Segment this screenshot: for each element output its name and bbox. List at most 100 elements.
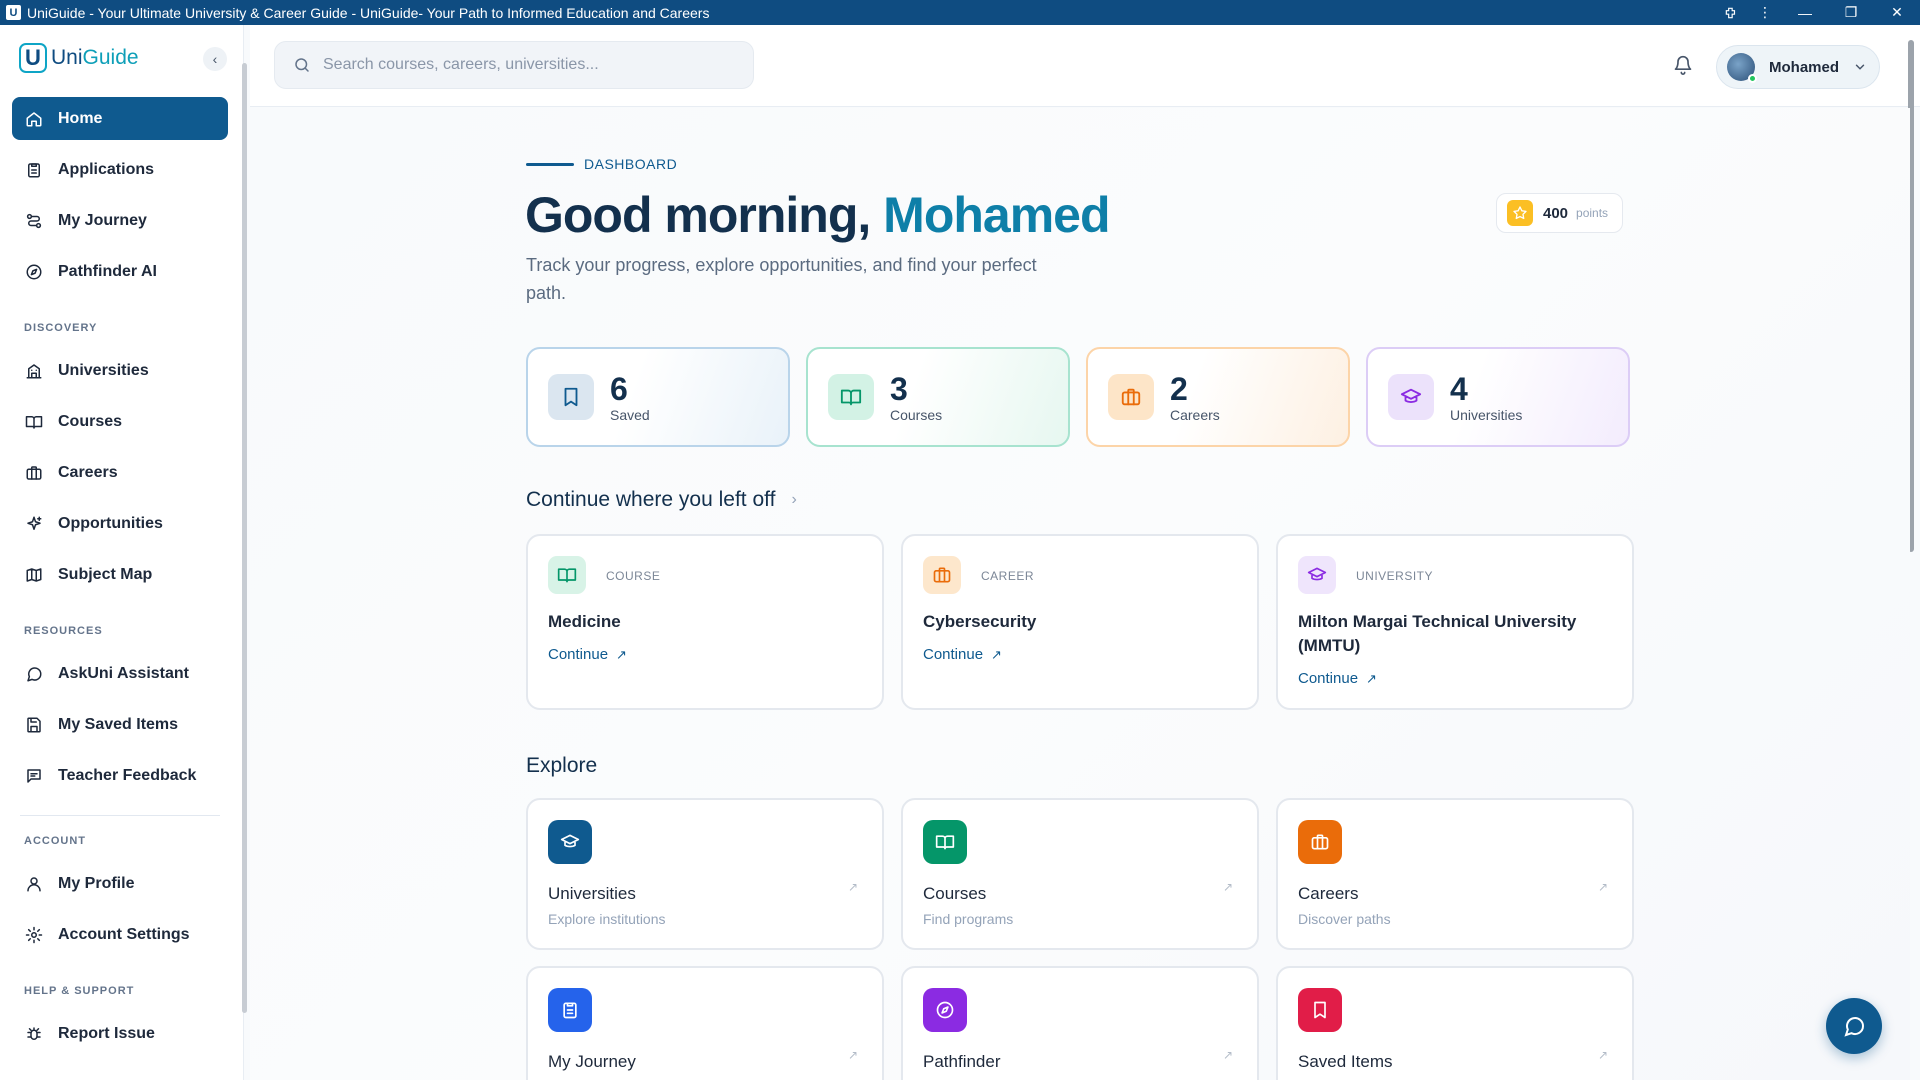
briefcase-icon — [1108, 374, 1154, 420]
more-menu-icon[interactable]: ⋮ — [1748, 0, 1782, 25]
eyebrow-label: DASHBOARD — [584, 156, 678, 172]
compass-icon — [24, 262, 44, 282]
arrow-up-right-icon: ↗ — [1597, 880, 1608, 894]
restore-button[interactable]: ❐ — [1828, 0, 1874, 25]
stat-value: 6 — [610, 371, 628, 407]
chat-assistant-button[interactable] — [1826, 998, 1882, 1054]
feedback-icon — [24, 766, 44, 786]
home-icon — [24, 109, 44, 129]
sidebar-scrollbar[interactable] — [242, 63, 247, 1013]
continue-card-course[interactable]: COURSE Medicine Continue ↗ — [526, 534, 884, 710]
stat-label: Universities — [1450, 407, 1523, 423]
arrow-up-right-icon: ↗ — [991, 646, 1002, 662]
sidebar-item-applications[interactable]: Applications — [12, 148, 228, 191]
explore-card-my-journey[interactable]: My Journey ↗ — [526, 966, 884, 1080]
sparkle-icon — [24, 514, 44, 534]
search-input[interactable] — [323, 56, 723, 74]
chat-icon — [24, 664, 44, 684]
sidebar: U UniGuide ‹ Home Applications My Journe… — [0, 25, 247, 1080]
continue-link[interactable]: Continue ↗ — [1298, 670, 1377, 687]
close-button[interactable]: ✕ — [1874, 0, 1920, 25]
user-menu-button[interactable]: Mohamed — [1716, 45, 1880, 89]
star-icon — [1507, 200, 1533, 226]
stat-card-courses[interactable]: 3 Courses — [806, 347, 1070, 447]
book-icon — [24, 412, 44, 432]
notifications-bell-icon[interactable] — [1670, 52, 1696, 78]
explore-card-careers[interactable]: Careers Discover paths ↗ — [1276, 798, 1634, 950]
sidebar-item-pathfinder-ai[interactable]: Pathfinder AI — [12, 250, 228, 293]
sidebar-item-report-issue[interactable]: Report Issue — [12, 1012, 228, 1055]
sidebar-item-courses[interactable]: Courses — [12, 400, 228, 443]
sidebar-item-label: Pathfinder AI — [58, 262, 157, 280]
graduation-cap-icon — [1388, 374, 1434, 420]
greeting-name: Mohamed — [883, 187, 1110, 243]
sidebar-divider — [20, 815, 220, 816]
continue-link[interactable]: Continue ↗ — [548, 646, 627, 663]
extensions-icon[interactable] — [1714, 0, 1748, 25]
sidebar-item-label: My Saved Items — [58, 715, 179, 733]
continue-section-heading[interactable]: Continue where you left off › — [526, 488, 797, 512]
sidebar-item-universities[interactable]: Universities — [12, 349, 228, 392]
card-title: Cybersecurity — [923, 612, 1037, 631]
collapse-sidebar-button[interactable]: ‹ — [203, 47, 227, 71]
stat-card-careers[interactable]: 2 Careers — [1086, 347, 1350, 447]
sidebar-item-label: Teacher Feedback — [58, 766, 197, 784]
sidebar-item-careers[interactable]: Careers — [12, 451, 228, 494]
online-status-dot — [1748, 74, 1757, 83]
avatar — [1727, 53, 1757, 83]
explore-card-subtitle: Explore institutions — [548, 911, 666, 927]
map-icon — [24, 565, 44, 585]
sidebar-item-home[interactable]: Home — [12, 97, 228, 140]
explore-card-universities[interactable]: Universities Explore institutions ↗ — [526, 798, 884, 950]
explore-card-courses[interactable]: Courses Find programs ↗ — [901, 798, 1259, 950]
arrow-up-right-icon: ↗ — [847, 880, 858, 894]
card-type-label: COURSE — [606, 569, 661, 583]
stat-card-universities[interactable]: 4 Universities — [1366, 347, 1630, 447]
section-title: Continue where you left off — [526, 488, 776, 511]
stat-label: Saved — [610, 407, 650, 423]
points-badge[interactable]: 400 points — [1496, 193, 1624, 233]
search-icon — [295, 58, 309, 72]
book-icon — [828, 374, 874, 420]
clipboard-icon — [548, 988, 592, 1032]
sidebar-item-label: Careers — [58, 463, 118, 481]
explore-card-title: Universities — [548, 884, 636, 903]
continue-card-university[interactable]: UNIVERSITY Milton Margai Technical Unive… — [1276, 534, 1634, 710]
arrow-up-right-icon: ↗ — [1366, 670, 1377, 686]
sidebar-item-account-settings[interactable]: Account Settings — [12, 913, 228, 956]
continue-link[interactable]: Continue ↗ — [923, 646, 1002, 663]
sidebar-item-label: My Journey — [58, 211, 147, 229]
sidebar-item-subject-map[interactable]: Subject Map — [12, 553, 228, 596]
search-box[interactable] — [274, 41, 754, 89]
explore-card-subtitle: Find programs — [923, 911, 1014, 927]
main-content: DASHBOARD Good morning, Mohamed Track yo… — [250, 108, 1910, 1080]
section-label-account: ACCOUNT — [24, 835, 86, 847]
minimize-button[interactable]: — — [1782, 0, 1828, 25]
sidebar-item-opportunities[interactable]: Opportunities — [12, 502, 228, 545]
stat-card-saved[interactable]: 6 Saved — [526, 347, 790, 447]
bookmark-icon — [548, 374, 594, 420]
eyebrow-accent-bar — [526, 162, 574, 166]
explore-card-pathfinder[interactable]: Pathfinder ↗ — [901, 966, 1259, 1080]
chat-bubble-icon — [1844, 1017, 1865, 1037]
sidebar-item-teacher-feedback[interactable]: Teacher Feedback — [12, 754, 228, 797]
stat-label: Courses — [890, 407, 943, 423]
points-label: points — [1576, 206, 1609, 220]
brand-name: UniGuide — [51, 46, 139, 69]
sidebar-item-my-profile[interactable]: My Profile — [12, 862, 228, 905]
sidebar-item-label: Home — [58, 109, 103, 127]
continue-card-career[interactable]: CAREER Cybersecurity Continue ↗ — [901, 534, 1259, 710]
card-title: Medicine — [548, 612, 621, 631]
explore-card-saved-items[interactable]: Saved Items ↗ — [1276, 966, 1634, 1080]
arrow-up-right-icon: ↗ — [1222, 880, 1233, 894]
sidebar-item-my-saved-items[interactable]: My Saved Items — [12, 703, 228, 746]
sidebar-item-askuni-assistant[interactable]: AskUni Assistant — [12, 652, 228, 695]
sidebar-item-my-journey[interactable]: My Journey — [12, 199, 228, 242]
explore-section-heading: Explore — [526, 754, 597, 778]
explore-card-title: Careers — [1298, 884, 1359, 903]
page-subtitle: Track your progress, explore opportuniti… — [526, 255, 1037, 303]
window-titlebar: U UniGuide - Your Ultimate University & … — [0, 0, 1920, 25]
section-label-resources: RESOURCES — [24, 625, 103, 637]
app-icon: U — [6, 5, 21, 20]
brand-logo[interactable]: U UniGuide — [19, 43, 139, 73]
